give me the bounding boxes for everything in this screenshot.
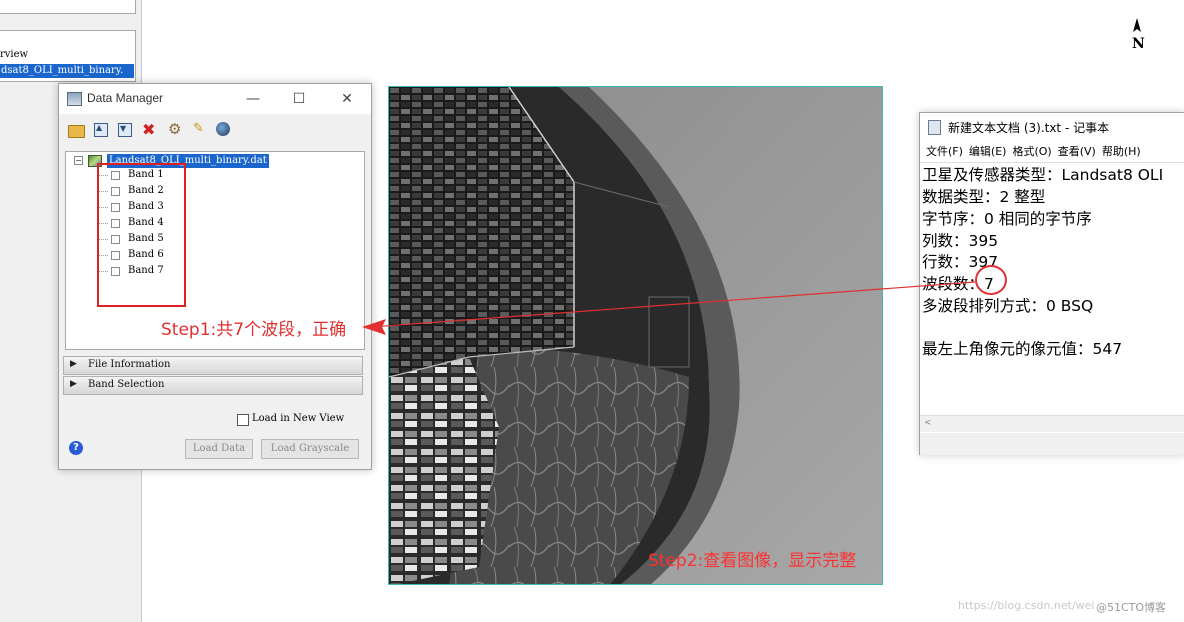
globe-icon[interactable]: [214, 121, 232, 139]
menu-view[interactable]: 查看(V): [1052, 143, 1096, 161]
help-icon[interactable]: ?: [69, 441, 83, 455]
satellite-image-render: [389, 87, 882, 584]
open-folder-icon[interactable]: [67, 121, 85, 139]
satellite-image[interactable]: [388, 86, 883, 585]
close-file-icon[interactable]: ✖: [142, 121, 160, 139]
notepad-menubar: 文件(F) 编辑(E) 格式(O) 查看(V) 帮助(H): [920, 143, 1184, 161]
maximize-button[interactable]: ☐: [285, 88, 313, 110]
expand-arrow-icon: ▶: [70, 379, 77, 389]
load-data-button[interactable]: Load Data: [185, 439, 253, 459]
section-label: File Information: [88, 359, 171, 370]
text-line: 多波段排列方式：0 BSQ: [922, 297, 1094, 315]
notepad-app-icon: [928, 120, 941, 135]
move-up-icon[interactable]: [92, 121, 110, 139]
data-manager-app-icon: [67, 92, 82, 106]
menu-format[interactable]: 格式(O): [1006, 143, 1051, 161]
notepad-title: 新建文本文档 (3).txt - 记事本: [948, 121, 1110, 135]
north-arrow-icon-svg: N: [1132, 18, 1145, 52]
load-grayscale-button[interactable]: Load Grayscale: [261, 439, 359, 459]
text-line: 字节序：0 相同的字节序: [922, 210, 1092, 228]
collapse-toggle[interactable]: −: [74, 156, 83, 165]
minimize-button[interactable]: —: [239, 88, 267, 110]
text-line: 数据类型：2 整型: [922, 188, 1046, 206]
background-panel-box: [0, 0, 136, 14]
expand-arrow-icon: ▶: [70, 359, 77, 369]
close-window-button[interactable]: ✕: [333, 88, 361, 110]
text-line: 列数：395: [922, 232, 999, 250]
load-in-new-view-checkbox[interactable]: [237, 414, 249, 426]
load-in-new-view-label: Load in New View: [252, 413, 345, 424]
tree-item-overview[interactable]: rview: [0, 49, 28, 60]
tree-item-selected-file[interactable]: dsat8_OLI_multi_binary.: [0, 64, 134, 78]
band-count-highlight-circle: [975, 265, 1007, 295]
menu-file[interactable]: 文件(F): [920, 143, 963, 161]
watermark-brand: @51CTO博客: [1096, 601, 1167, 614]
notepad-window: 新建文本文档 (3).txt - 记事本 文件(F) 编辑(E) 格式(O) 查…: [919, 112, 1184, 455]
text-line: 最左上角像元的像元值：547: [922, 340, 1123, 358]
horizontal-scrollbar[interactable]: <: [920, 415, 1184, 432]
band-highlight-box: [97, 163, 186, 307]
pin-icon[interactable]: [190, 121, 208, 139]
notepad-status-bar: [920, 433, 1184, 455]
text-line: 卫星及传感器类型：Landsat8 OLI: [922, 166, 1164, 184]
data-manager-title: Data Manager: [87, 91, 164, 105]
north-label: N: [1132, 36, 1145, 52]
scroll-left-icon[interactable]: <: [924, 418, 932, 428]
section-label: Band Selection: [88, 379, 165, 390]
file-information-section[interactable]: ▶ File Information: [63, 356, 363, 375]
settings-icon[interactable]: [166, 120, 184, 139]
notepad-text-area[interactable]: 卫星及传感器类型：Landsat8 OLI 数据类型：2 整型 字节序：0 相同…: [920, 162, 1184, 415]
step2-annotation: Step2:查看图像，显示完整: [648, 551, 857, 571]
menu-edit[interactable]: 编辑(E): [963, 143, 1007, 161]
move-down-icon[interactable]: [116, 121, 134, 139]
watermark-url: https://blog.csdn.net/wei: [958, 599, 1095, 612]
data-manager-titlebar[interactable]: Data Manager — ☐ ✕: [59, 84, 371, 114]
north-arrow-icon: N: [1128, 18, 1146, 54]
step1-annotation: Step1:共7个波段，正确: [161, 320, 347, 340]
menu-help[interactable]: 帮助(H): [1096, 143, 1141, 161]
band-selection-section[interactable]: ▶ Band Selection: [63, 376, 363, 395]
